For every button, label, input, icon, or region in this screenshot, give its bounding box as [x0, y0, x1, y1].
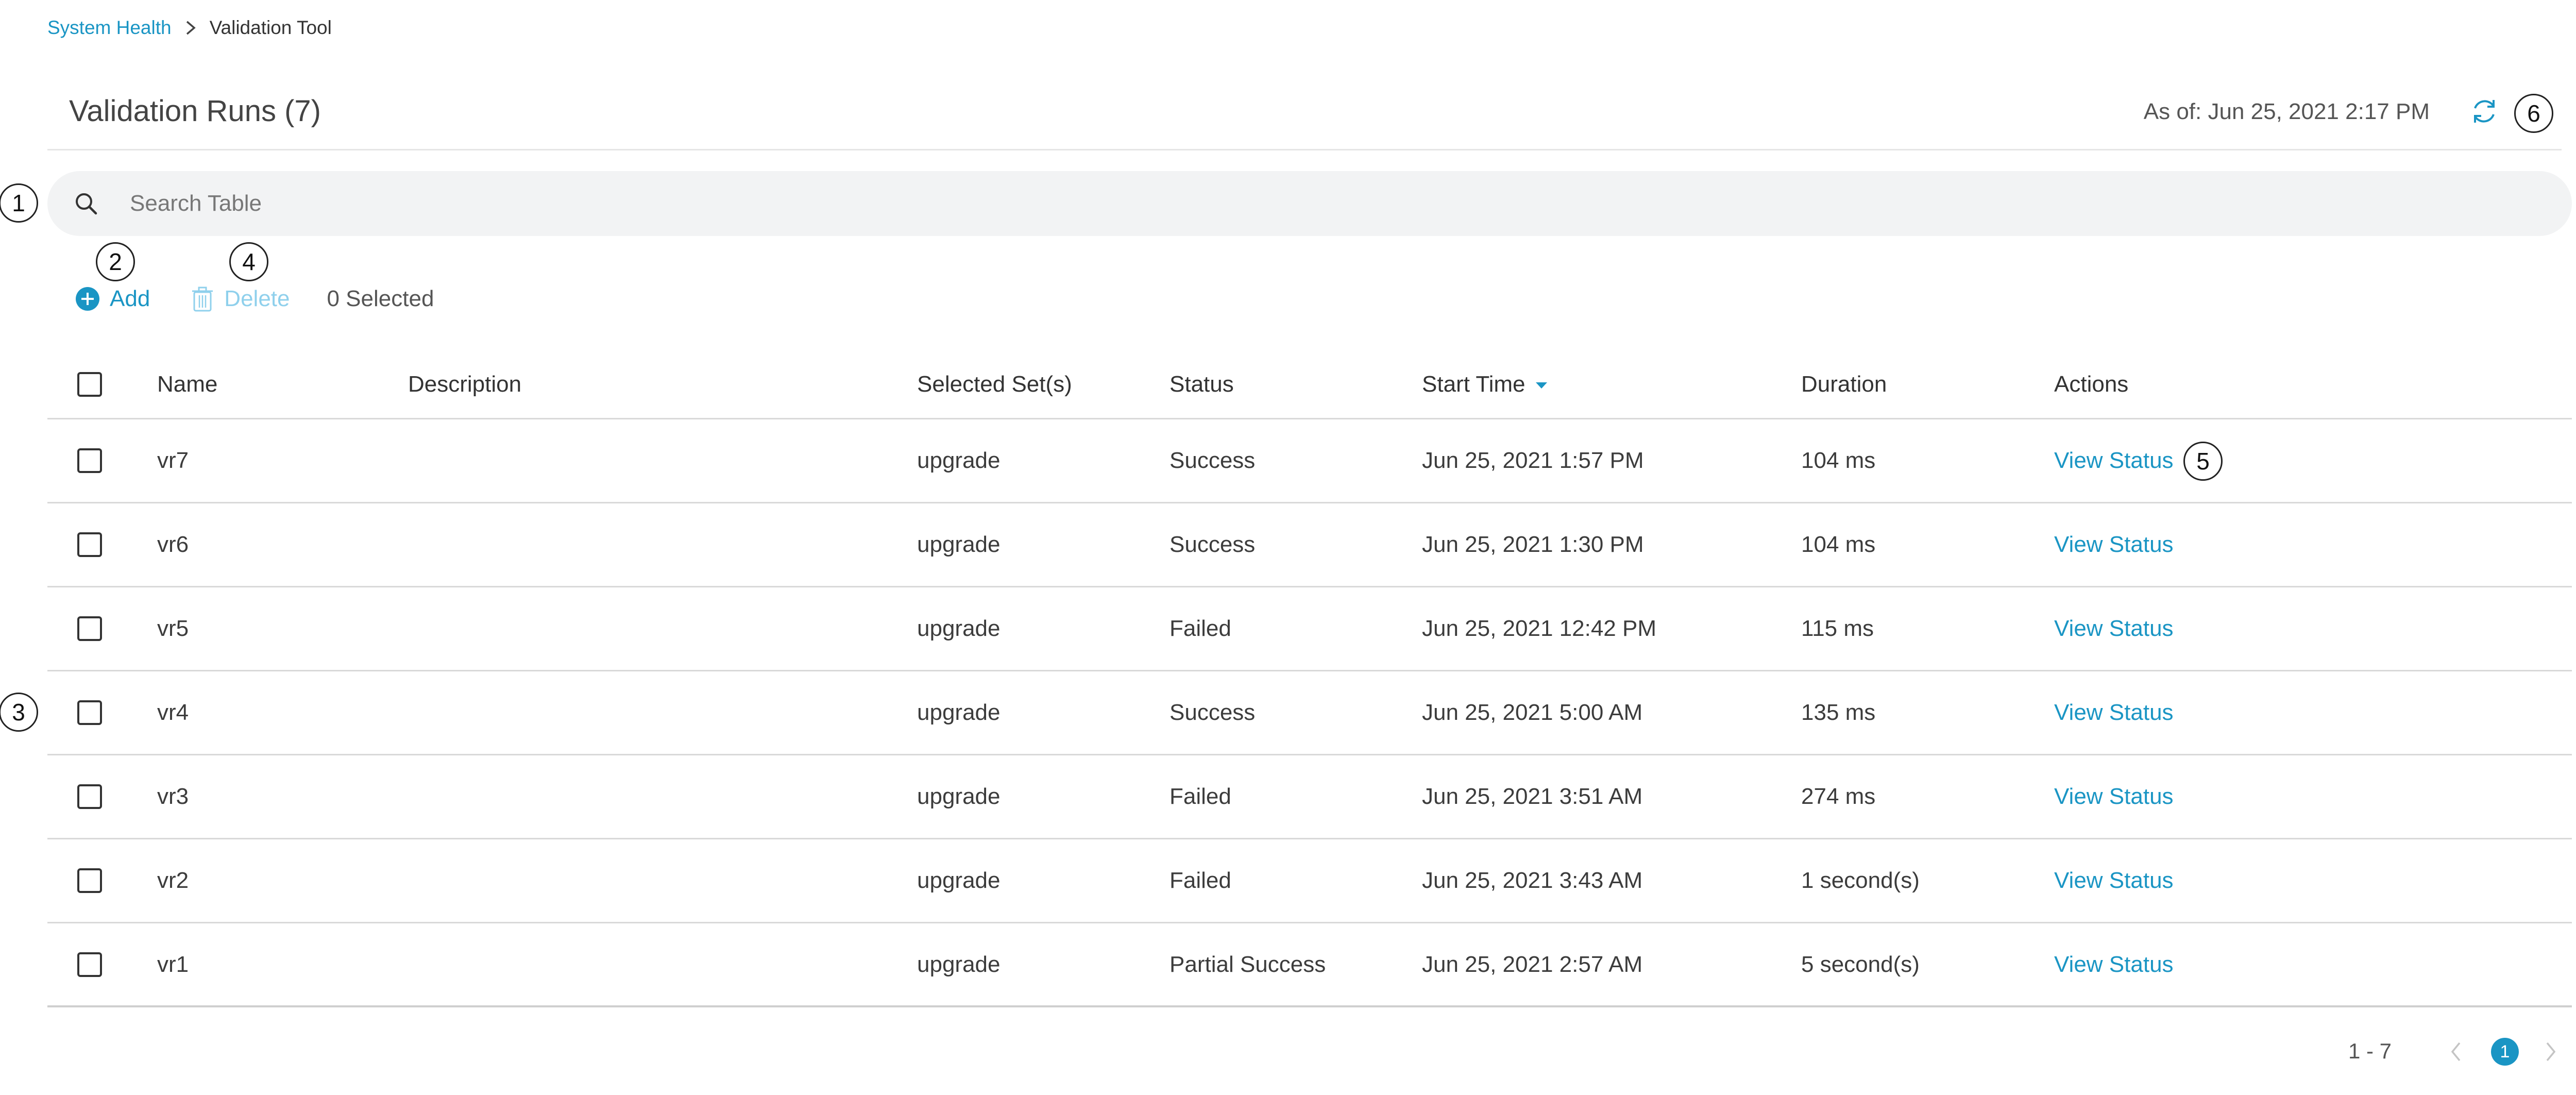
column-header-status[interactable]: Status — [1170, 372, 1234, 397]
column-header-description[interactable]: Description — [408, 372, 521, 397]
callout-1: 1 — [0, 183, 38, 223]
row-checkbox[interactable] — [77, 616, 102, 641]
page-title: Validation Runs (7) — [69, 94, 321, 128]
add-button-label: Add — [110, 286, 150, 311]
callout-4: 4 — [229, 242, 268, 281]
cell-status: Failed — [1170, 784, 1231, 809]
cell-start-time: Jun 25, 2021 3:51 AM — [1422, 784, 1643, 809]
table-row: vr1 upgrade Partial Success Jun 25, 2021… — [47, 923, 2572, 1007]
refresh-icon[interactable] — [2468, 95, 2501, 128]
table-row: vr2 upgrade Failed Jun 25, 2021 3:43 AM … — [47, 839, 2572, 923]
chevron-left-icon[interactable] — [2448, 1040, 2464, 1064]
view-status-link[interactable]: View Status — [2054, 448, 2174, 474]
view-status-link[interactable]: View Status — [2054, 532, 2174, 558]
column-header-name[interactable]: Name — [157, 372, 217, 397]
row-checkbox[interactable] — [77, 784, 102, 809]
cell-selected-set: upgrade — [917, 951, 1001, 977]
sort-descending-icon — [1535, 382, 1547, 389]
cell-selected-set: upgrade — [917, 784, 1001, 809]
row-checkbox[interactable] — [77, 868, 102, 893]
cell-start-time: Jun 25, 2021 12:42 PM — [1422, 616, 1656, 641]
cell-name: vr2 — [157, 868, 189, 893]
table-toolbar: Add Delete 0 Selected — [75, 278, 434, 319]
callout-6: 6 — [2514, 94, 2553, 133]
as-of-timestamp: As of: Jun 25, 2021 2:17 PM — [2143, 99, 2430, 124]
chevron-right-icon — [186, 21, 196, 35]
cell-start-time: Jun 25, 2021 5:00 AM — [1422, 700, 1643, 725]
cell-selected-set: upgrade — [917, 616, 1001, 641]
callout-3: 3 — [0, 693, 38, 732]
add-button[interactable]: Add — [75, 286, 150, 312]
cell-name: vr4 — [157, 700, 189, 725]
cell-name: vr5 — [157, 616, 189, 641]
row-checkbox[interactable] — [77, 700, 102, 725]
column-header-duration[interactable]: Duration — [1801, 372, 1887, 397]
breadcrumb: System Health Validation Tool — [47, 17, 332, 39]
cell-start-time: Jun 25, 2021 1:57 PM — [1422, 448, 1644, 473]
cell-selected-set: upgrade — [917, 868, 1001, 893]
table-header-row: Name Description Selected Set(s) Status … — [47, 350, 2572, 419]
view-status-link[interactable]: View Status — [2054, 700, 2174, 726]
cell-status: Success — [1170, 448, 1256, 473]
cell-duration: 104 ms — [1801, 448, 1876, 473]
cell-duration: 104 ms — [1801, 532, 1876, 557]
cell-name: vr1 — [157, 951, 189, 977]
cell-name: vr7 — [157, 448, 189, 473]
breadcrumb-link-system-health[interactable]: System Health — [47, 17, 172, 39]
column-header-selected-sets[interactable]: Selected Set(s) — [917, 372, 1072, 397]
view-status-link[interactable]: View Status — [2054, 616, 2174, 642]
table-row: vr7 upgrade Success Jun 25, 2021 1:57 PM… — [47, 419, 2572, 503]
cell-selected-set: upgrade — [917, 448, 1001, 473]
delete-button[interactable]: Delete — [191, 286, 290, 312]
cell-selected-set: upgrade — [917, 532, 1001, 557]
cell-start-time: Jun 25, 2021 3:43 AM — [1422, 868, 1643, 893]
cell-duration: 5 second(s) — [1801, 951, 1920, 977]
view-status-link[interactable]: View Status — [2054, 784, 2174, 810]
cell-status: Failed — [1170, 868, 1231, 893]
table-row: vr5 upgrade Failed Jun 25, 2021 12:42 PM… — [47, 587, 2572, 671]
search-input[interactable] — [130, 186, 2500, 222]
cell-duration: 274 ms — [1801, 784, 1876, 809]
search-icon — [76, 193, 97, 215]
cell-duration: 115 ms — [1801, 616, 1874, 641]
table-row: vr6 upgrade Success Jun 25, 2021 1:30 PM… — [47, 503, 2572, 587]
cell-duration: 1 second(s) — [1801, 868, 1920, 893]
row-checkbox[interactable] — [77, 532, 102, 557]
cell-status: Failed — [1170, 616, 1231, 641]
column-header-start-time-label: Start Time — [1422, 371, 1526, 397]
validation-runs-table: Name Description Selected Set(s) Status … — [47, 350, 2572, 1007]
select-all-checkbox[interactable] — [77, 372, 102, 397]
cell-name: vr3 — [157, 784, 189, 809]
cell-start-time: Jun 25, 2021 2:57 AM — [1422, 951, 1643, 977]
cell-selected-set: upgrade — [917, 700, 1001, 725]
table-row: vr3 upgrade Failed Jun 25, 2021 3:51 AM … — [47, 755, 2572, 839]
cell-status: Partial Success — [1170, 951, 1326, 977]
plus-circle-icon — [76, 287, 99, 311]
table-row: vr4 upgrade Success Jun 25, 2021 5:00 AM… — [47, 671, 2572, 755]
callout-2: 2 — [96, 242, 135, 281]
page-button-1[interactable]: 1 — [2491, 1038, 2519, 1066]
view-status-link[interactable]: View Status — [2054, 952, 2174, 978]
chevron-right-icon[interactable] — [2543, 1040, 2558, 1064]
column-header-actions: Actions — [2054, 371, 2129, 397]
cell-start-time: Jun 25, 2021 1:30 PM — [1422, 532, 1644, 557]
row-checkbox[interactable] — [77, 952, 102, 977]
cell-name: vr6 — [157, 532, 189, 557]
column-header-start-time[interactable]: Start Time — [1422, 372, 1548, 397]
breadcrumb-current: Validation Tool — [209, 17, 332, 38]
page-header: Validation Runs (7) As of: Jun 25, 2021 … — [47, 88, 2562, 150]
trash-icon — [192, 287, 213, 312]
selected-count: 0 Selected — [327, 286, 434, 311]
cell-status: Success — [1170, 700, 1256, 725]
cell-duration: 135 ms — [1801, 700, 1876, 725]
search-bar — [47, 171, 2572, 236]
delete-button-label: Delete — [224, 286, 290, 311]
view-status-link[interactable]: View Status — [2054, 868, 2174, 894]
row-checkbox[interactable] — [77, 448, 102, 473]
cell-status: Success — [1170, 532, 1256, 557]
pagination-range: 1 - 7 — [2348, 1039, 2392, 1063]
